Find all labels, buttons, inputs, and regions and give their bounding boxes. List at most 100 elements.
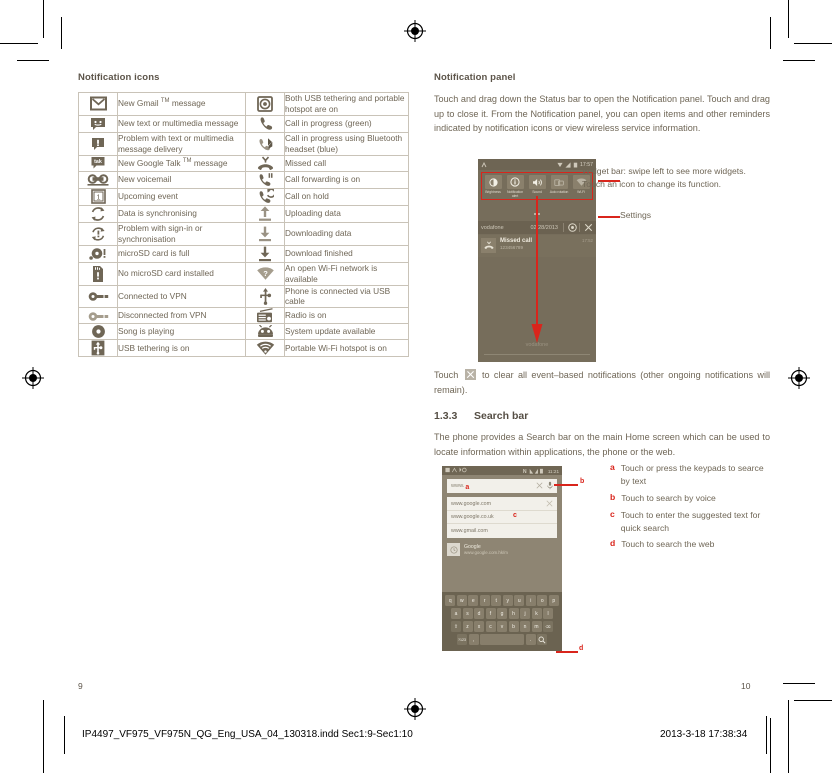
key[interactable]: x [474,621,484,632]
leader-line-b [554,484,578,486]
system-update-icon [245,323,285,341]
drag-down-arrow [531,196,543,349]
table-cell-text: New text or multimedia message [117,114,246,133]
list-item[interactable]: www.gmail.com [447,524,557,537]
table-cell-text: Problem with sign-in or synchronisation [117,221,246,246]
table-row: 1 Upcoming event Call on hold [78,187,409,206]
key[interactable]: g [497,608,507,619]
key[interactable]: l [543,608,553,619]
gmail-icon [78,92,118,116]
table-row: New text or multimedia message Call in p… [78,114,409,133]
onscreen-keyboard[interactable]: q w e r t y u i o p a s d f g h j k l ⇧ … [442,592,562,651]
period-key[interactable]: . [525,634,536,645]
key[interactable]: i [525,595,536,606]
table-cell-text: Phone is connected via USB cable [284,284,409,309]
key[interactable]: c [485,621,496,632]
table-cell-text: Portable Wi-Fi hotspot is on [284,339,409,358]
carrier-name: vodafone [481,224,504,231]
search-icon[interactable] [537,634,547,645]
key[interactable]: y [502,595,513,606]
key[interactable]: p [548,595,559,606]
key[interactable]: n [520,621,530,632]
legend-text: Touch to search by voice [621,492,716,503]
table-cell-text: No microSD card installed [117,261,246,286]
shift-key[interactable]: ⇧ [451,621,461,632]
key[interactable]: b [508,621,519,632]
notification-alert-icon [506,175,524,189]
settings-icon[interactable] [568,223,577,232]
key[interactable]: j [520,608,530,619]
legend-item-a: a Touch or press the keypads to searce b… [610,462,770,488]
voice-search-icon[interactable] [547,481,553,492]
remove-suggestion-icon[interactable] [546,500,553,509]
key[interactable]: z [462,621,473,632]
key[interactable]: w [456,595,467,606]
footer-rule-left [64,716,65,754]
table-cell-text: New Gmail TM message [117,92,246,116]
legend-text: Touch to enter the suggested text for qu… [620,509,761,533]
notification-icons-table: New Gmail TM message Both USB tethering … [78,92,409,358]
table-cell-text: Radio is on [284,307,409,325]
table-cell-text: Call on hold [284,187,409,206]
table-row: Problem with text or multimedia message … [78,131,409,156]
list-item[interactable]: www.google.com [447,498,557,511]
leader-line-d [556,651,578,653]
search-input[interactable]: www. a [447,479,557,493]
search-input-value: www. [451,483,465,489]
space-key[interactable] [480,634,524,645]
key[interactable]: e [468,595,479,606]
call-bluetooth-icon [245,131,285,156]
key[interactable]: f [485,608,496,619]
widget-sound[interactable]: Sound [527,175,547,198]
bleed-mark-tl-h [17,60,49,61]
widget-brightness[interactable]: Brightness [483,175,503,198]
page-number-right: 10 [741,681,751,691]
widget-notification-alert[interactable]: Notification alert [505,175,525,198]
sync-icon [78,204,118,223]
key[interactable]: r [479,595,490,606]
open-wifi-icon: ? [245,261,285,286]
crop-mark-tl-h [0,43,38,44]
footer-filename: IP4497_VF975_VF975N_QG_Eng_USA_04_130318… [82,729,413,740]
table-cell-text: New Google Talk TM message [117,154,246,172]
table-cell-text: Download finished [284,244,409,263]
bleed-mark-tl-v [61,17,62,49]
clear-all-icon[interactable] [584,223,593,232]
key[interactable]: v [497,621,507,632]
search-bar-intro: The phone provides a Search bar on the m… [434,432,770,458]
keyboard-row-2: a s d f g h j k l [444,608,560,619]
google-history-item[interactable]: Google www.google.com.hk/m [447,543,557,556]
clear-input-icon[interactable] [536,482,543,491]
legend-text: Touch or press the keypads to searce by … [620,463,764,486]
status-bar: N 11:21 [442,466,562,475]
key[interactable]: k [531,608,542,619]
status-time: 11:21 [547,468,559,474]
key[interactable]: h [508,608,519,619]
backspace-key[interactable]: ⌫ [543,621,553,632]
list-item[interactable]: www.google.co.uk c [447,511,557,524]
missed-call-icon [245,154,285,172]
widget-auto-rotation[interactable]: Auto rotation [549,175,569,198]
table-row: Song is playing System update available [78,323,409,341]
search-suggestions-list: www.google.com www.google.co.uk c www.gm… [447,497,557,538]
key[interactable]: d [474,608,484,619]
table-cell-text: Call forwarding is on [284,170,409,189]
crop-mark-br-v [788,700,789,773]
key[interactable]: o [537,595,548,606]
keyboard-row-3: ⇧ z x c v b n m ⌫ [444,621,560,632]
panel-drag-handle[interactable] [484,354,590,355]
widget-label: Notification alert [506,190,524,199]
key[interactable]: t [491,595,502,606]
key[interactable]: s [462,608,473,619]
call-forwarding-icon [245,187,285,206]
key[interactable]: a [451,608,461,619]
clear-notifications-text: Touch to clear all event–based notificat… [434,368,770,397]
key[interactable]: u [514,595,525,606]
callout-widget-bar: Widget bar: swipe left to see more widge… [582,166,746,190]
key[interactable]: q [445,595,456,606]
no-sdcard-icon [78,261,118,286]
table-cell-text: USB tethering is on [117,339,246,358]
key[interactable]: m [531,621,542,632]
numsym-key[interactable]: ?123 [457,634,467,645]
comma-key[interactable]: , [468,634,479,645]
